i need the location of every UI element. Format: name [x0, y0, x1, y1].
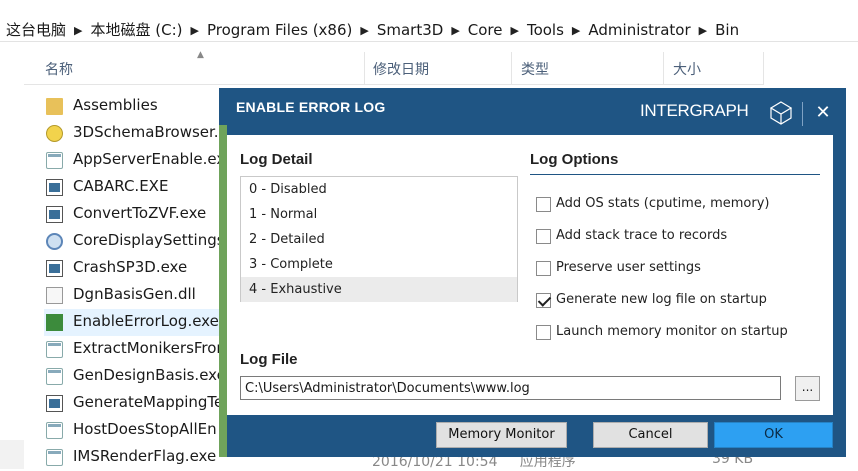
- log-level-list[interactable]: 0 - Disabled 1 - Normal 2 - Detailed 3 -…: [240, 176, 518, 302]
- brand-logo: INTERGRAPH: [640, 101, 749, 120]
- column-headers: ▲ 名称 修改日期 类型 大小: [24, 50, 764, 85]
- breadcrumb-item[interactable]: Administrator: [588, 16, 690, 39]
- file-name: IMSRenderFlag.exe: [73, 447, 217, 465]
- file-name: CrashSP3D.exe: [73, 258, 188, 276]
- breadcrumb-item[interactable]: Program Files (x86): [207, 16, 352, 39]
- app-icon: [46, 449, 63, 466]
- chevron-right-icon[interactable]: ▶: [182, 24, 206, 37]
- exe-icon: [46, 395, 63, 412]
- log-file-heading: Log File: [240, 351, 298, 368]
- memory-monitor-button[interactable]: Memory Monitor: [436, 422, 567, 448]
- log-level-item[interactable]: 2 - Detailed: [241, 227, 517, 252]
- file-name: ConvertToZVF.exe: [73, 204, 207, 222]
- column-header-type[interactable]: 类型: [512, 52, 664, 84]
- exe-icon: [46, 179, 63, 196]
- file-name: DgnBasisGen.dll: [73, 285, 196, 303]
- column-header-date[interactable]: 修改日期: [364, 52, 512, 84]
- option-label: Add OS stats (cputime, memory): [556, 196, 770, 211]
- column-header-size[interactable]: 大小: [664, 52, 764, 84]
- exe-icon: [46, 260, 63, 277]
- file-name: CoreDisplaySettings: [73, 231, 225, 249]
- file-name: AppServerEnable.exe: [73, 150, 234, 168]
- navigation-pane-edge: [0, 440, 24, 469]
- checkbox[interactable]: [536, 197, 551, 212]
- log-detail-heading: Log Detail: [240, 151, 313, 168]
- chevron-right-icon[interactable]: ▶: [66, 24, 90, 37]
- smart3d-icon: [46, 314, 63, 331]
- option-label: Preserve user settings: [556, 260, 701, 275]
- checkbox[interactable]: [536, 229, 551, 244]
- log-level-item-selected[interactable]: 4 - Exhaustive: [241, 277, 517, 302]
- checkbox[interactable]: [536, 325, 551, 340]
- folder-icon: [46, 98, 63, 115]
- file-name: ExtractMonikersFron: [73, 339, 226, 357]
- ok-button[interactable]: OK: [714, 422, 833, 448]
- chevron-right-icon[interactable]: ▶: [564, 24, 588, 37]
- chevron-right-icon[interactable]: ▶: [443, 24, 467, 37]
- help-icon: [46, 125, 63, 142]
- file-name: CABARC.EXE: [73, 177, 169, 195]
- file-name: EnableErrorLog.exe: [73, 312, 219, 330]
- app-icon: [46, 341, 63, 358]
- cancel-button[interactable]: Cancel: [593, 422, 708, 448]
- log-options-heading: Log Options: [530, 151, 619, 168]
- breadcrumb: 这台电脑 ▶ 本地磁盘 (C:) ▶ Program Files (x86) ▶ Smart…: [0, 14, 858, 42]
- app-icon: [46, 368, 63, 385]
- checkbox[interactable]: [536, 261, 551, 276]
- option-label: Launch memory monitor on startup: [556, 324, 788, 339]
- dialog-accent-bar: [219, 125, 227, 457]
- breadcrumb-item[interactable]: 本地磁盘 (C:): [90, 14, 182, 40]
- intergraph-logo-icon: [770, 101, 792, 125]
- dialog-title: ENABLE ERROR LOG: [236, 99, 386, 115]
- file-name: GenerateMappingTe: [73, 393, 224, 411]
- breadcrumb-item[interactable]: Smart3D: [377, 16, 443, 39]
- gear-icon: [46, 233, 63, 250]
- dll-icon: [46, 287, 63, 304]
- browse-button[interactable]: ...: [795, 376, 820, 401]
- breadcrumb-item[interactable]: Tools: [527, 16, 564, 39]
- exe-icon: [46, 206, 63, 223]
- app-icon: [46, 152, 63, 169]
- chevron-right-icon[interactable]: ▶: [503, 24, 527, 37]
- option-label: Add stack trace to records: [556, 228, 728, 243]
- breadcrumb-item[interactable]: Core: [468, 16, 503, 39]
- chevron-right-icon[interactable]: ▶: [691, 24, 715, 37]
- close-button[interactable]: ✕: [811, 101, 835, 125]
- column-header-name[interactable]: 名称: [36, 52, 365, 84]
- file-name: HostDoesStopAllEn: [73, 420, 217, 438]
- log-level-item[interactable]: 1 - Normal: [241, 202, 517, 227]
- file-name: 3DSchemaBrowser.c: [73, 123, 227, 141]
- title-separator: [802, 102, 803, 126]
- log-options-divider: [530, 174, 820, 175]
- option-label: Generate new log file on startup: [556, 292, 767, 307]
- checkbox-checked[interactable]: [536, 293, 551, 308]
- log-level-item[interactable]: 0 - Disabled: [241, 177, 517, 202]
- log-level-item[interactable]: 3 - Complete: [241, 252, 517, 277]
- file-name: Assemblies: [73, 96, 158, 114]
- breadcrumb-item[interactable]: Bin: [715, 16, 739, 39]
- breadcrumb-item[interactable]: 这台电脑: [0, 14, 66, 40]
- app-icon: [46, 422, 63, 439]
- chevron-right-icon[interactable]: ▶: [352, 24, 376, 37]
- file-name: GenDesignBasis.exe: [73, 366, 226, 384]
- log-file-path-input[interactable]: C:\Users\Administrator\Documents\www.log: [240, 376, 781, 400]
